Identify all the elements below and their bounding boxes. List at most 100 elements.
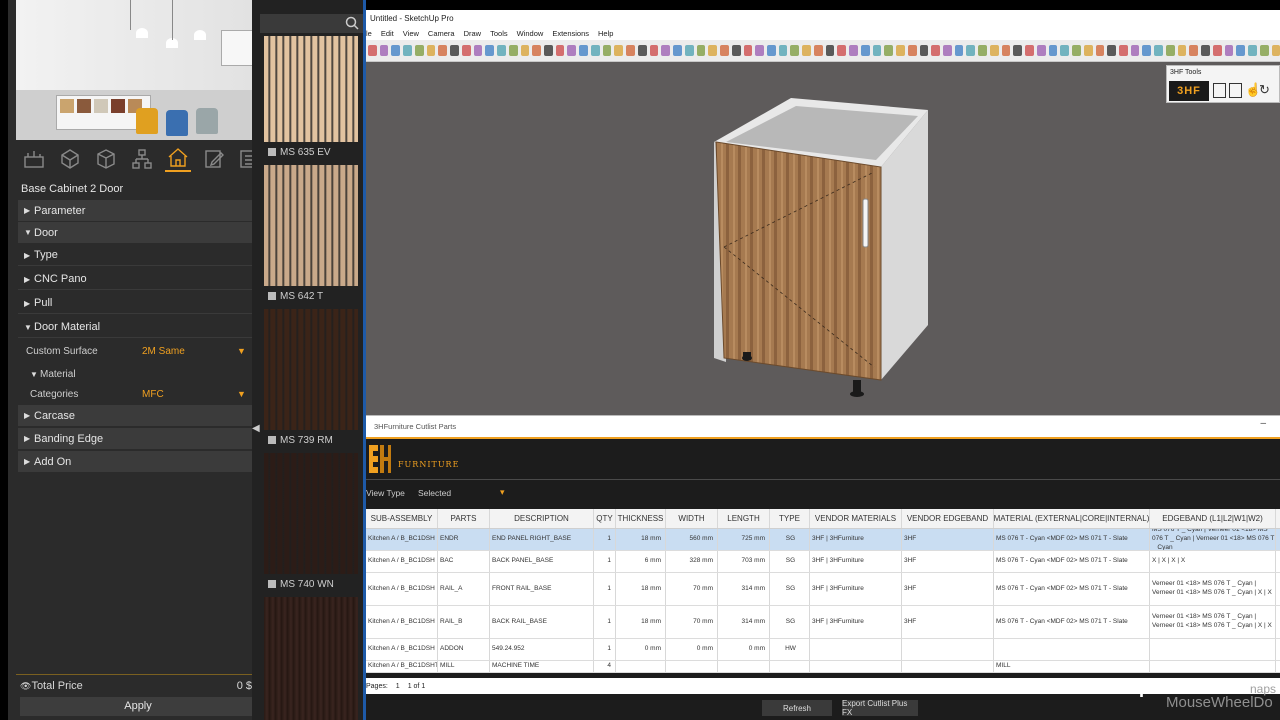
column-header[interactable]: EDGEBAND (L1|L2|W1|W2) <box>1150 509 1276 528</box>
menu-file[interactable]: le <box>366 29 372 38</box>
toolbar-tool-icon[interactable] <box>755 45 764 56</box>
toolbar-tool-icon[interactable] <box>1119 45 1128 56</box>
rotate-icon[interactable]: ↻ <box>1259 82 1270 98</box>
toolbar-tool-icon[interactable] <box>731 45 741 56</box>
toolbar-tool-icon[interactable] <box>1201 45 1210 56</box>
cube-icon[interactable] <box>93 146 119 172</box>
toolbar-tool-icon[interactable] <box>426 45 436 56</box>
section-pull[interactable]: ▶ Pull <box>18 293 255 314</box>
column-header[interactable]: THICKNESS <box>616 509 666 528</box>
toolbar-tool-icon[interactable] <box>696 45 706 56</box>
swatch-texture[interactable] <box>264 36 358 142</box>
custom-surface-select[interactable]: 2M Same <box>142 346 237 357</box>
checkbox-icon[interactable] <box>268 292 276 300</box>
toolbar-tool-icon[interactable] <box>626 45 635 56</box>
column-header[interactable]: PARTS <box>438 509 490 528</box>
toolbar-tool-icon[interactable] <box>1036 45 1046 56</box>
toolbar-tool-icon[interactable] <box>1177 45 1187 56</box>
toolbar-tool-icon[interactable] <box>567 45 577 56</box>
toolbar-tool-icon[interactable] <box>461 45 471 56</box>
search-icon[interactable] <box>345 16 359 30</box>
toolbar-tool-icon[interactable] <box>1224 45 1234 56</box>
toolbar-tool-icon[interactable] <box>684 45 694 56</box>
menu-edit[interactable]: Edit <box>381 29 394 38</box>
toolbar-tool-icon[interactable] <box>1154 45 1163 56</box>
swatch-texture[interactable] <box>264 165 358 286</box>
toolbar-tool-icon[interactable] <box>414 45 424 56</box>
column-header[interactable]: SUB-ASSEMBLY <box>366 509 438 528</box>
toolbar-tool-icon[interactable] <box>1165 45 1175 56</box>
toolbar-tool-icon[interactable] <box>1095 45 1105 56</box>
toolbar-tool-icon[interactable] <box>766 45 776 56</box>
3d-viewport[interactable] <box>366 62 1280 415</box>
export-cutlist-button[interactable]: Export Cutlist Plus FX <box>842 699 918 717</box>
toolbar-tool-icon[interactable] <box>1060 45 1070 56</box>
toolbar-tool-icon[interactable] <box>473 45 483 56</box>
table-row[interactable]: Kitchen A / B_BC1DSH ENDR END PANEL RIGHT_… <box>366 529 1280 551</box>
toolbar-tool-icon[interactable] <box>1236 45 1246 56</box>
swatch-item[interactable]: MS 739 RM <box>264 309 358 450</box>
toolbar-tool-icon[interactable] <box>1072 45 1081 56</box>
toolbar-tool-icon[interactable] <box>602 45 612 56</box>
column-header[interactable]: TYPE <box>770 509 810 528</box>
toolbar-tool-icon[interactable] <box>860 45 870 56</box>
checkbox-icon[interactable] <box>268 148 276 156</box>
table-row[interactable]: Kitchen A / B_BC1DSH BAC BACK PANEL_BASE 1 6… <box>366 551 1280 573</box>
toolbar-tool-icon[interactable] <box>649 45 659 56</box>
checkbox-icon[interactable] <box>268 580 276 588</box>
material-subsection[interactable]: ▼ Material <box>18 364 255 384</box>
toolbar-tool-icon[interactable] <box>1248 45 1257 56</box>
toolbar-tool-icon[interactable] <box>790 45 800 56</box>
toolbar-tool-icon[interactable] <box>942 45 952 56</box>
table-row[interactable]: Kitchen A / B_BC1DSHT MILL MACHINE TIME 4 MI… <box>366 661 1280 673</box>
toolbar-tool-icon[interactable] <box>555 45 565 56</box>
menu-extensions[interactable]: Extensions <box>552 29 589 38</box>
column-header[interactable]: QTY <box>594 509 616 528</box>
toolbar-tool-icon[interactable] <box>450 45 459 56</box>
toolbar-tool-icon[interactable] <box>438 45 448 56</box>
edit-icon[interactable] <box>201 146 227 172</box>
toolbar-tool-icon[interactable] <box>661 45 671 56</box>
toolbar-tool-icon[interactable] <box>825 45 835 56</box>
toolbar-tool-icon[interactable] <box>579 45 588 56</box>
column-header[interactable]: VENDOR EDGEBAND <box>902 509 994 528</box>
current-page[interactable]: 1 <box>396 683 400 690</box>
menu-view[interactable]: View <box>403 29 419 38</box>
toolbar-tool-icon[interactable] <box>1025 45 1034 56</box>
toolbar-tool-icon[interactable] <box>1142 45 1152 56</box>
toolbar-tool-icon[interactable] <box>708 45 718 56</box>
toolbar-tool-icon[interactable] <box>896 45 905 56</box>
toolbar-tool-icon[interactable] <box>614 45 624 56</box>
menu-camera[interactable]: Camera <box>428 29 455 38</box>
checkbox-icon[interactable] <box>268 436 276 444</box>
toolbar-tool-icon[interactable] <box>508 45 518 56</box>
section-door-material[interactable]: ▼ Door Material <box>18 317 255 338</box>
categories-select[interactable]: MFC <box>142 389 237 400</box>
toolbar-tool-icon[interactable] <box>884 45 894 56</box>
toolbar-tool-icon[interactable] <box>544 45 553 56</box>
toolbar-tool-icon[interactable] <box>497 45 506 56</box>
column-header[interactable]: VENDOR MATERIALS <box>810 509 902 528</box>
column-header[interactable]: MATERIAL (EXTERNAL|CORE|INTERNAL) <box>994 509 1150 528</box>
toolbar-tool-icon[interactable] <box>1107 45 1116 56</box>
swatch-item[interactable] <box>264 597 358 720</box>
toolbar-tool-icon[interactable] <box>989 45 999 56</box>
menu-draw[interactable]: Draw <box>464 29 482 38</box>
refresh-button[interactable]: Refresh <box>762 700 832 716</box>
toolbar-tool-icon[interactable] <box>1259 45 1269 56</box>
swatch-item[interactable]: MS 642 T <box>264 165 358 306</box>
toolbar-tool-icon[interactable] <box>1130 45 1140 56</box>
menu-tools[interactable]: Tools <box>490 29 508 38</box>
toolbar-tool-icon[interactable] <box>1083 45 1093 56</box>
swatch-texture[interactable] <box>264 309 358 430</box>
toolbar-tool-icon[interactable] <box>520 45 530 56</box>
layout-icon[interactable] <box>21 146 47 172</box>
toolbar-tool-icon[interactable] <box>720 45 729 56</box>
toolbar-tool-icon[interactable] <box>778 45 788 56</box>
toolbar-tool-icon[interactable] <box>391 45 401 56</box>
globe-icon[interactable] <box>57 146 83 172</box>
panel-tool-icon[interactable] <box>1229 83 1242 98</box>
toolbar-tool-icon[interactable] <box>872 45 882 56</box>
toolbar-tool-icon[interactable] <box>1001 45 1011 56</box>
section-banding-edge[interactable]: ▶ Banding Edge <box>18 428 255 449</box>
